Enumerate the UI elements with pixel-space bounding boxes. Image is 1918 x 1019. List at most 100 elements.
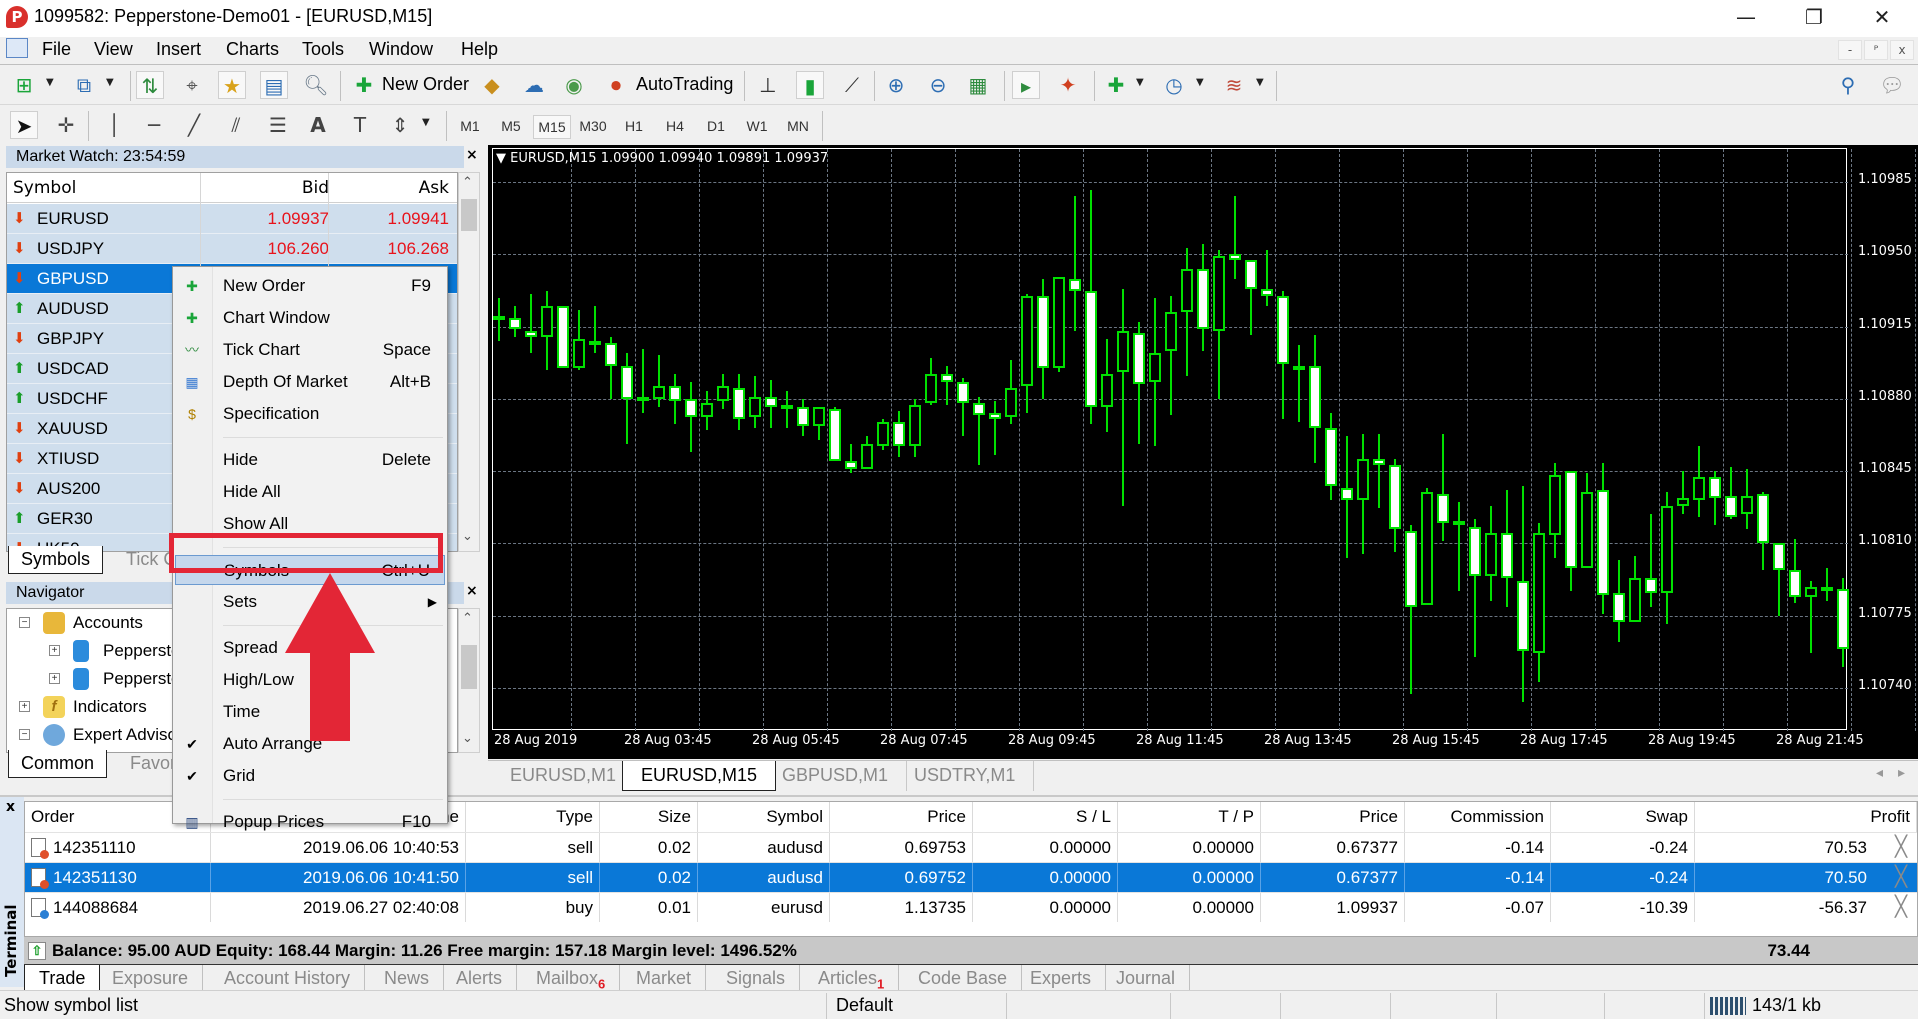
close-position-button[interactable]: ╳ [1895,893,1907,922]
minimize-button[interactable]: — [1716,0,1776,34]
equidistant-channel-icon[interactable]: ⫽ [222,111,250,139]
chart-collapse-icon[interactable]: ▼ [496,151,506,166]
terminal-tab-code-base[interactable]: Code Base [904,965,1023,993]
terminal-tab-market[interactable]: Market [622,965,707,993]
menu-window[interactable]: Window [369,39,433,60]
chart-plot-area[interactable] [492,148,1916,731]
column-bid[interactable]: Bid [302,173,329,203]
terminal-tab-articles[interactable]: Articles1 [804,965,900,993]
text-icon[interactable]: A [304,111,332,139]
tab-common[interactable]: Common [8,750,108,778]
expand-icon[interactable]: + [49,645,60,656]
menu-view[interactable]: View [94,39,133,60]
arrows-dropdown-icon[interactable]: ▼ [422,117,430,128]
terminal-tab-trade[interactable]: Trade [24,965,101,993]
search-icon[interactable]: ⚲ [1834,71,1862,99]
new-chart-icon[interactable]: ⊞ [10,71,38,99]
autotrading-button[interactable]: AutoTrading [636,74,733,95]
navigator-close-button[interactable]: × [466,583,478,599]
column-swap[interactable]: Swap [1551,802,1695,832]
connection-status-icon[interactable] [1710,997,1746,1015]
new-order-button[interactable]: New Order [382,74,469,95]
menu-item-hide[interactable]: Hide Delete [175,445,445,475]
profiles-icon[interactable]: ⧉ [70,71,98,99]
crosshair-icon[interactable]: ✛ [52,111,80,139]
terminal-tab-exposure[interactable]: Exposure [98,965,204,993]
menu-help[interactable]: Help [461,39,498,60]
text-label-icon[interactable]: T [346,111,374,139]
terminal-tab-experts[interactable]: Experts [1016,965,1107,993]
indicators-dropdown-icon[interactable]: ▼ [1136,77,1144,88]
zoom-out-icon[interactable]: ⊖ [924,71,952,99]
menu-charts[interactable]: Charts [226,39,279,60]
chart-document-icon[interactable] [6,38,28,58]
mdi-minimize-button[interactable]: - [1838,40,1862,60]
templates-dropdown-icon[interactable]: ▼ [1256,77,1264,88]
scroll-down-icon[interactable]: ⌄ [462,529,473,544]
market-watch-scrollbar[interactable]: ⌃ ⌄ [458,172,480,552]
close-position-button[interactable]: ╳ [1895,863,1907,892]
timeframe-m5[interactable]: M5 [492,115,530,139]
indicators-icon[interactable]: ✚ [1102,71,1130,99]
column-s-l[interactable]: S / L [973,802,1118,832]
scroll-down-icon[interactable]: ⌄ [462,731,473,746]
timeframe-h1[interactable]: H1 [615,115,653,139]
menu-item-hide-all[interactable]: Hide All [175,477,445,507]
signals-icon[interactable]: ◉ [560,71,588,99]
expand-icon[interactable]: + [49,673,60,684]
menu-insert[interactable]: Insert [156,39,201,60]
vertical-line-icon[interactable]: │ [100,111,128,139]
terminal-tab-alerts[interactable]: Alerts [442,965,518,993]
chart-tab-eurusd-m15[interactable]: EURUSD,M15 [622,761,777,791]
timeframe-w1[interactable]: W1 [738,115,776,139]
fibonacci-icon[interactable]: ☰ [264,111,292,139]
tab-scroll-right-icon[interactable]: ▸ [1898,765,1905,781]
column-t-p[interactable]: T / P [1118,802,1261,832]
new-chart-dropdown-icon[interactable]: ▼ [46,77,54,88]
line-chart-icon[interactable]: ⟋ [838,71,866,99]
tab-scroll-left-icon[interactable]: ◂ [1876,765,1883,781]
periods-dropdown-icon[interactable]: ▼ [1196,77,1204,88]
trade-row[interactable]: 142351130 2019.06.06 10:41:50 sell 0.02 audu… [25,862,1917,892]
menu-item-tick-chart[interactable]: 〰 Tick Chart Space [175,335,445,365]
expand-icon[interactable]: + [19,701,30,712]
chart-tab-gbpusd-m1[interactable]: GBPUSD,M1 [764,761,908,791]
terminal-toggle-icon[interactable]: ▤ [260,71,288,99]
chart-shift-icon[interactable]: ✦ [1054,71,1082,99]
terminal-tab-mailbox[interactable]: Mailbox6 [522,965,621,993]
scroll-up-icon[interactable]: ⌃ [462,611,473,626]
arrows-icon[interactable]: ⇕ [386,111,414,139]
metaeditor-icon[interactable]: ◆ [478,71,506,99]
periods-clock-icon[interactable]: ◷ [1160,71,1188,99]
navigator-scrollbar[interactable]: ⌃ ⌄ [458,608,480,753]
chart-window[interactable]: ▼ EURUSD,M15 1.09900 1.09940 1.09891 1.0… [488,145,1918,759]
candlestick-chart-icon[interactable]: ▮ [796,71,824,99]
column-type[interactable]: Type [466,802,600,832]
close-position-button[interactable]: ╳ [1895,833,1907,862]
cursor-icon[interactable]: ➤ [10,111,38,139]
market-watch-close-button[interactable]: × [466,147,478,163]
timeframe-m30[interactable]: M30 [574,115,612,139]
menu-item-grid[interactable]: ✔ Grid [175,761,445,791]
menu-item-new-order[interactable]: ✚ New Order F9 [175,271,445,301]
tile-windows-icon[interactable]: ▦ [964,71,992,99]
market-watch-row[interactable]: ⬇ EURUSD 1.09937 1.09941 [7,204,457,234]
collapse-icon[interactable]: − [19,729,30,740]
autotrading-icon[interactable]: ⏺ [602,71,630,99]
timeframe-h4[interactable]: H4 [656,115,694,139]
chart-tab-usdtry-m1[interactable]: USDTRY,M1 [896,761,1035,791]
menu-file[interactable]: File [42,39,71,60]
trade-row[interactable]: 144088684 2019.06.27 02:40:08 buy 0.01 eurus… [25,892,1917,922]
profiles-dropdown-icon[interactable]: ▼ [106,77,114,88]
column-price[interactable]: Price [1261,802,1405,832]
collapse-icon[interactable]: − [19,617,30,628]
scrollbar-thumb[interactable] [461,199,477,231]
navigator-toggle-icon[interactable]: ★ [218,71,246,99]
column-profit[interactable]: Profit [1695,802,1917,832]
terminal-tab-account-history[interactable]: Account History [210,965,366,993]
new-order-icon[interactable]: ✚ [350,71,378,99]
scroll-up-icon[interactable]: ⌃ [462,175,473,190]
mdi-close-button[interactable]: x [1890,40,1914,60]
chart-tab-eurusd-m1[interactable]: EURUSD,M1 [492,761,636,791]
trendline-icon[interactable]: ╱ [180,111,208,139]
